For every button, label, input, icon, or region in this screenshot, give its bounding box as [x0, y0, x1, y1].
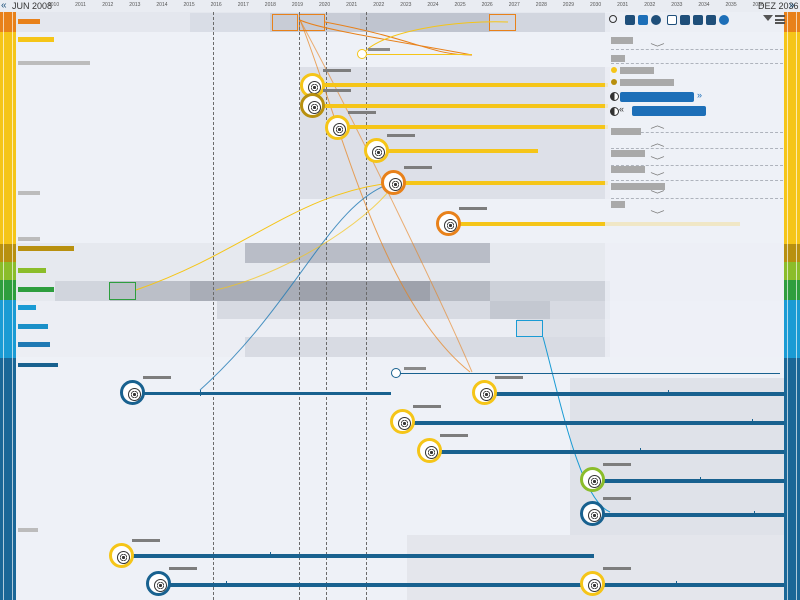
sensor-icon [333, 123, 346, 136]
sensor-icon [308, 81, 321, 94]
sensor-icon [425, 446, 438, 459]
expand-right-icon[interactable]: » [697, 90, 702, 100]
compass-icon[interactable] [719, 15, 729, 25]
chevron-up-icon[interactable]: ︿ [650, 136, 664, 149]
sensor-pin[interactable] [580, 463, 631, 492]
sensor-icon [588, 509, 601, 522]
filter-label [611, 37, 633, 44]
sensor-pin[interactable] [417, 434, 468, 463]
sensor-pin[interactable] [580, 567, 631, 596]
toolbar [605, 12, 785, 30]
sensor-pin[interactable] [146, 567, 197, 596]
sensor-icon [588, 579, 601, 592]
sensor-icon [372, 146, 385, 159]
target-icon[interactable] [706, 15, 716, 25]
sensor-pin[interactable] [381, 166, 432, 195]
event-dot[interactable] [357, 49, 367, 59]
selected-filter[interactable] [620, 92, 694, 102]
grid-alt-icon[interactable] [638, 15, 648, 25]
sensor-pin[interactable] [120, 376, 171, 405]
chevron-up-icon[interactable]: ︿ [650, 118, 664, 131]
sensor-icon [389, 178, 402, 191]
sensor-icon [117, 551, 130, 564]
grid-icon[interactable] [625, 15, 635, 25]
sensor-icon [128, 388, 141, 401]
sensor-pin[interactable] [472, 376, 523, 405]
sensor-icon [398, 417, 411, 430]
sensor-pin[interactable] [325, 111, 376, 140]
sensor-icon [308, 101, 321, 114]
sensor-pin[interactable] [436, 207, 487, 236]
selected-filter[interactable] [632, 106, 706, 116]
filter-label [611, 128, 641, 135]
filter-label [620, 67, 654, 74]
sensor-icon [480, 388, 493, 401]
filter-label [620, 79, 674, 86]
event-dot[interactable] [391, 368, 401, 378]
bar-icon[interactable] [680, 15, 690, 25]
ring-icon[interactable] [651, 15, 661, 25]
sensor-icon [588, 475, 601, 488]
sensor-pin[interactable] [364, 134, 415, 163]
sensor-pin[interactable] [109, 539, 160, 568]
chevron-down-icon[interactable]: ﹀ [650, 208, 664, 221]
expand-left-icon[interactable]: « [619, 104, 624, 114]
info-icon[interactable] [667, 15, 677, 25]
chevron-down-icon[interactable]: ﹀ [650, 41, 664, 54]
sensor-icon [444, 219, 457, 232]
chevron-down-icon[interactable]: ﹀ [650, 170, 664, 183]
sensor-pin[interactable] [300, 89, 351, 118]
sensor-icon [154, 579, 167, 592]
stack-icon[interactable] [775, 15, 785, 24]
filter-panel: ﹀ » « ︿ ︿ ﹀ ﹀ ﹀ ﹀ [605, 12, 784, 357]
chevron-down-icon[interactable]: ﹀ [650, 154, 664, 167]
filter-label [611, 166, 645, 173]
chevron-down-icon[interactable]: ﹀ [650, 188, 664, 201]
filter-label [611, 150, 645, 157]
sensor-pin[interactable] [390, 405, 441, 434]
layers-icon[interactable] [693, 15, 703, 25]
filter-label [611, 55, 625, 62]
filter-icon[interactable] [763, 15, 773, 21]
sensor-pin[interactable] [580, 497, 631, 526]
search-icon[interactable] [609, 15, 617, 23]
filter-label [611, 201, 625, 208]
